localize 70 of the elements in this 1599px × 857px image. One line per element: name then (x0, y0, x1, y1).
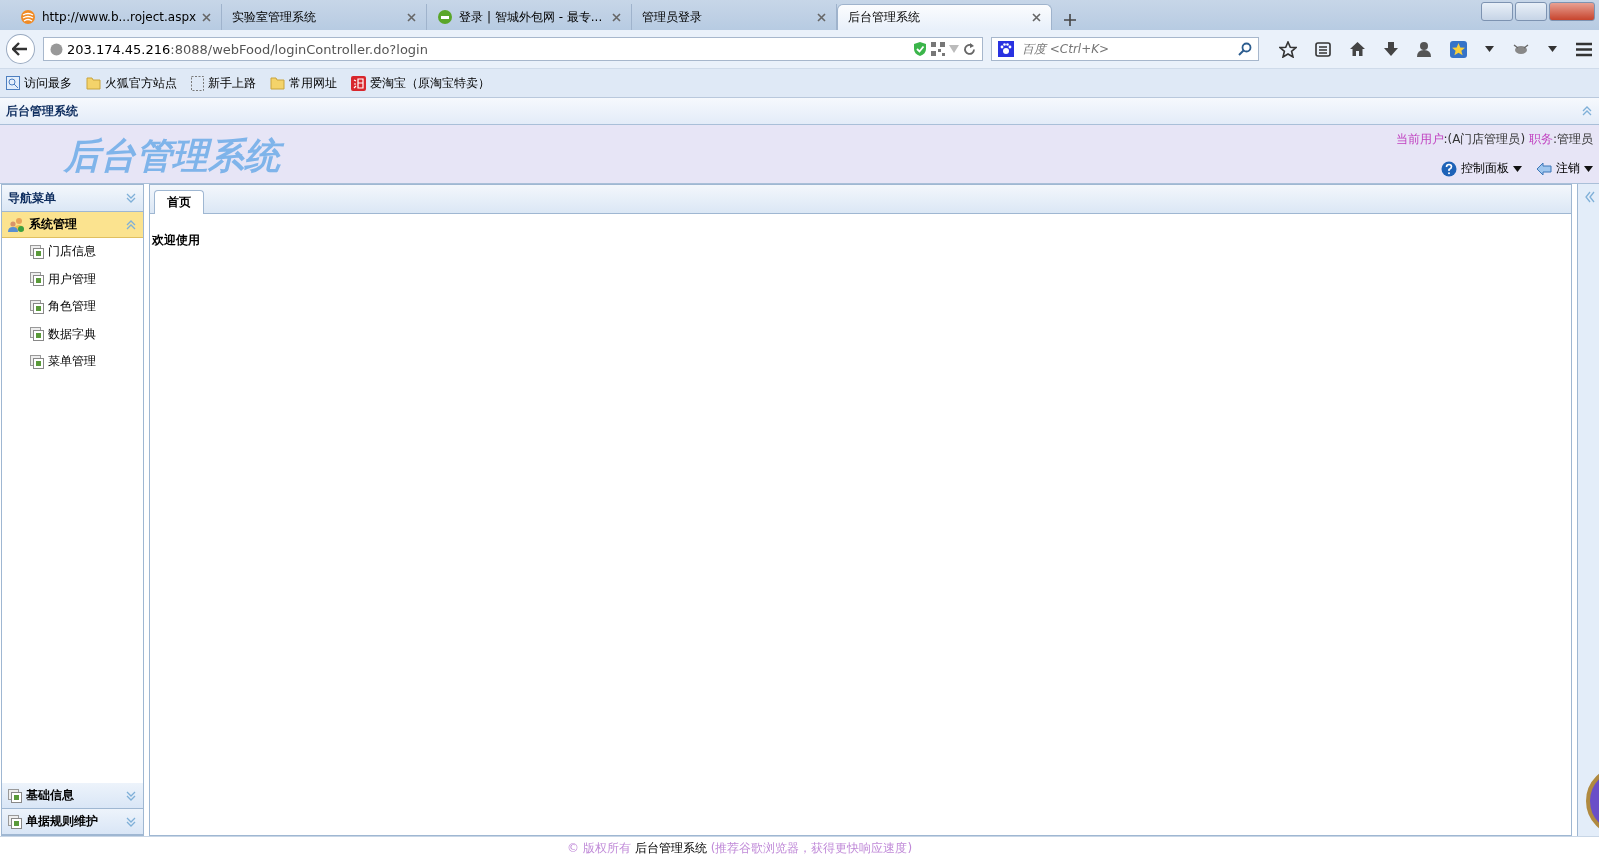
logo-text: 后台管理系统 (60, 131, 290, 181)
footer-name: 后台管理系统 (634, 839, 707, 857)
new-tab-icon[interactable] (1064, 14, 1077, 26)
pages-icon (30, 354, 45, 369)
bookmark-link[interactable]: 新手上路 (208, 74, 256, 92)
menu-icon[interactable] (1575, 41, 1593, 57)
download-icon[interactable] (1384, 41, 1398, 57)
menu-item[interactable]: 数据字典 (48, 325, 96, 343)
browser-hint: (推荐谷歌浏览器，获得更快响应速度) (710, 839, 913, 857)
bookmark-link[interactable]: 爱淘宝（原淘宝特卖） (370, 74, 490, 92)
sidebar-title: 导航菜单 (8, 189, 56, 207)
search-box[interactable]: 百度 <Ctrl+K> (990, 37, 1259, 61)
user-info: 当前用户:(A门店管理员) 职务:管理员 (1395, 131, 1593, 148)
page-icon (191, 75, 204, 91)
menu-item[interactable]: 角色管理 (48, 298, 96, 316)
search-field[interactable]: 百度 <Ctrl+K> (1019, 41, 1232, 57)
dropdown-icon[interactable] (1485, 46, 1494, 52)
content-tab[interactable]: 首页 (154, 190, 204, 214)
menu-group[interactable]: 系统管理 (2, 212, 143, 238)
close-icon[interactable] (407, 12, 417, 22)
minimize-button[interactable] (1481, 2, 1513, 21)
address-field[interactable]: 203.174.45.216:8088/webFood/loginController.do?login (42, 37, 983, 61)
app-title: 后台管理系统 (6, 102, 78, 120)
menu-group[interactable]: 基础信息 (2, 783, 143, 809)
bookmark-link[interactable]: 访问最多 (24, 74, 72, 92)
pages-icon (8, 788, 23, 803)
star-badge-icon[interactable] (1450, 40, 1467, 58)
star-icon[interactable] (1279, 40, 1297, 58)
globe-icon (49, 42, 63, 56)
swirl-icon (20, 9, 36, 25)
home-icon[interactable] (1349, 41, 1366, 57)
bookmark-link[interactable]: 常用网址 (289, 74, 337, 92)
dropdown-icon[interactable] (1548, 46, 1557, 52)
close-icon[interactable] (612, 12, 622, 22)
close-icon[interactable] (817, 12, 827, 22)
pages-icon (30, 299, 45, 314)
header-menu[interactable]: 注销 (1536, 160, 1593, 177)
folder-icon (270, 76, 285, 90)
pages-icon (8, 814, 23, 829)
close-icon[interactable] (1032, 13, 1042, 22)
pages-icon (30, 244, 45, 259)
close-icon[interactable] (202, 12, 212, 22)
arrow-icon (1536, 161, 1552, 176)
back-button[interactable] (6, 34, 35, 64)
menu-item[interactable]: 菜单管理 (48, 353, 96, 371)
caret-icon (1513, 165, 1522, 172)
back-icon (12, 42, 29, 56)
shield-icon[interactable] (912, 41, 927, 57)
caret-icon (1584, 165, 1593, 172)
folder-icon (86, 76, 101, 90)
users-icon (8, 216, 26, 233)
welcome-text: 欢迎使用 (151, 232, 201, 249)
reading-list-icon[interactable] (1315, 41, 1331, 57)
user-icon[interactable] (1416, 41, 1432, 57)
menu-item[interactable]: 门店信息 (48, 243, 96, 261)
reload-icon[interactable] (962, 42, 976, 56)
search-icon[interactable] (1238, 42, 1252, 56)
menu-group[interactable]: 单据规则维护 (2, 809, 143, 835)
copyright-text: © 版权所有 (566, 839, 631, 857)
bookmark-link[interactable]: 火狐官方站点 (105, 74, 177, 92)
paw-icon[interactable] (997, 41, 1014, 57)
help-icon (1441, 160, 1457, 177)
menu-item[interactable]: 用户管理 (48, 270, 96, 288)
restore-button[interactable] (1515, 2, 1547, 21)
pages-icon (30, 327, 45, 342)
header-menu[interactable]: 控制面板 (1441, 160, 1522, 177)
browser-tab[interactable]: 后台管理系统 (837, 4, 1053, 30)
shop-icon (351, 75, 366, 91)
qr-code-icon[interactable] (930, 42, 945, 56)
pages-icon (30, 272, 45, 287)
